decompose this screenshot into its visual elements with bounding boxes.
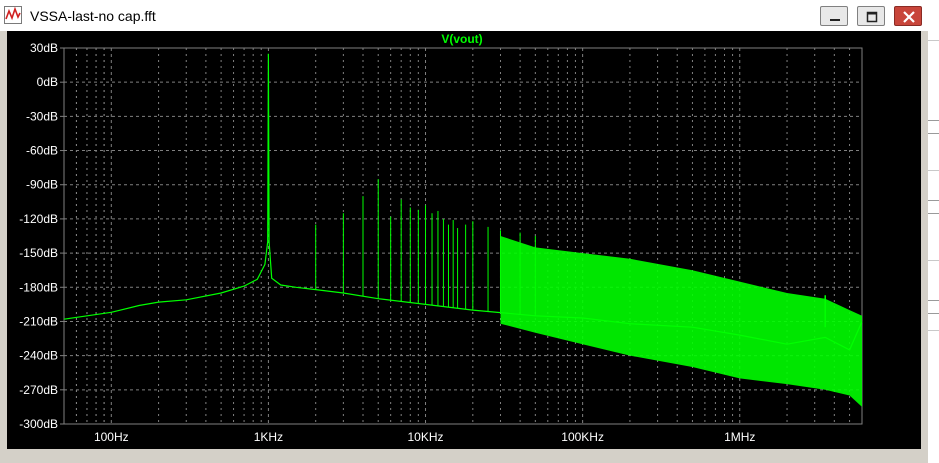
y-tick-label: 30dB — [30, 41, 58, 55]
x-tick-label: 10KHz — [408, 430, 444, 444]
minimize-icon — [830, 19, 840, 21]
fft-chart[interactable]: 30dB 0dB -30dB -60dB -90dB -120dB -150dB -180dB… — [7, 31, 921, 449]
y-tick-label: -30dB — [26, 109, 58, 123]
y-tick-label: -180dB — [19, 280, 58, 294]
y-tick-label: -240dB — [19, 349, 58, 363]
plot-area[interactable]: 30dB 0dB -30dB -60dB -90dB -120dB -150dB -180dB… — [7, 31, 921, 449]
y-tick-label: -60dB — [26, 144, 58, 158]
title-bar[interactable]: VSSA-last-no cap.fft — [0, 0, 928, 31]
background-window-edge — [928, 0, 939, 463]
y-tick-label: -210dB — [19, 314, 58, 328]
y-tick-label: -270dB — [19, 383, 58, 397]
y-tick-label: -120dB — [19, 212, 58, 226]
close-button[interactable] — [894, 6, 922, 26]
y-tick-label: 0dB — [37, 75, 58, 89]
maximize-icon — [866, 11, 878, 23]
y-tick-label: -300dB — [19, 417, 58, 431]
y-tick-label: -90dB — [26, 178, 58, 192]
window-title: VSSA-last-no cap.fft — [30, 8, 156, 24]
x-tick-label: 100Hz — [94, 430, 129, 444]
x-tick-label: 1MHz — [724, 430, 755, 444]
minimize-button[interactable] — [820, 6, 848, 26]
close-icon — [903, 11, 915, 23]
trace-label-vout[interactable]: V(vout) — [441, 32, 482, 46]
noise-band — [500, 236, 862, 407]
y-tick-label: -150dB — [19, 246, 58, 260]
x-tick-label: 1KHz — [254, 430, 283, 444]
ltspice-fft-window: VSSA-last-no cap.fft 30dB 0dB -30dB -60dB -9… — [0, 0, 928, 463]
maximize-button[interactable] — [857, 6, 885, 26]
waveform-icon — [4, 6, 22, 24]
x-tick-label: 100KHz — [561, 430, 604, 444]
status-bar — [0, 449, 928, 463]
